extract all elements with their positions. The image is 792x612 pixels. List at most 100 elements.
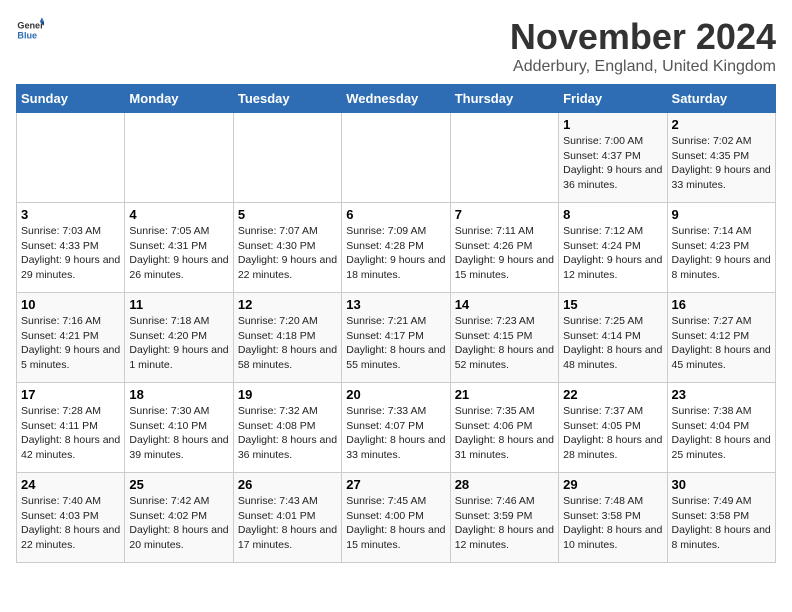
title-section: November 2024 Adderbury, England, United… [510,16,776,76]
header-wednesday: Wednesday [342,85,450,113]
location-title: Adderbury, England, United Kingdom [510,58,776,76]
header-tuesday: Tuesday [233,85,341,113]
week-row-1: 3 Sunrise: 7:03 AM Sunset: 4:33 PM Daylig… [17,203,776,293]
day-number-28: 28 [455,477,554,492]
day-number-13: 13 [346,297,445,312]
cell-1-3: 6Sunrise: 7:09 AM Sunset: 4:28 PM Daylig… [342,203,450,293]
day-number-8: 8 [563,207,662,222]
cell-4-4: 28 Sunrise: 7:46 AM Sunset: 3:59 PM Dayli… [450,473,558,563]
day-info-23: Sunrise: 7:38 AM Sunset: 4:04 PM Dayligh… [672,404,771,463]
header-sunday: Sunday [17,85,125,113]
day-number-26: 26 [238,477,337,492]
week-row-2: 10Sunrise: 7:16 AM Sunset: 4:21 PM Dayli… [17,293,776,383]
day-number-2: 2 [672,117,771,132]
cell-4-3: 27 Sunrise: 7:45 AM Sunset: 4:00 PM Dayli… [342,473,450,563]
cell-2-6: 16 Sunrise: 7:27 AM Sunset: 4:12 PM Dayli… [667,293,775,383]
day-number-29: 29 [563,477,662,492]
day-number-5: 5 [238,207,337,222]
cell-3-6: 23 Sunrise: 7:38 AM Sunset: 4:04 PM Dayli… [667,383,775,473]
day-info-2: Sunrise: 7:02 AM Sunset: 4:35 PM Dayligh… [672,134,771,193]
header-thursday: Thursday [450,85,558,113]
day-number-3: 3 [21,207,120,222]
header-friday: Friday [559,85,667,113]
day-number-15: 15 [563,297,662,312]
day-info-30: Sunrise: 7:49 AM Sunset: 3:58 PM Dayligh… [672,494,771,553]
svg-text:General: General [17,21,44,31]
cell-0-0 [17,113,125,203]
header-saturday: Saturday [667,85,775,113]
cell-4-6: 30 Sunrise: 7:49 AM Sunset: 3:58 PM Dayli… [667,473,775,563]
cell-3-3: 20 Sunrise: 7:33 AM Sunset: 4:07 PM Dayli… [342,383,450,473]
cell-2-4: 14 Sunrise: 7:23 AM Sunset: 4:15 PM Dayli… [450,293,558,383]
day-info-6: Sunrise: 7:09 AM Sunset: 4:28 PM Dayligh… [346,224,445,283]
cell-1-5: 8 Sunrise: 7:12 AM Sunset: 4:24 PM Daylig… [559,203,667,293]
day-info-18: Sunrise: 7:30 AM Sunset: 4:10 PM Dayligh… [129,404,228,463]
day-info-5: Sunrise: 7:07 AM Sunset: 4:30 PM Dayligh… [238,224,337,283]
cell-2-2: 12Sunrise: 7:20 AM Sunset: 4:18 PM Dayli… [233,293,341,383]
cell-3-4: 21 Sunrise: 7:35 AM Sunset: 4:06 PM Dayli… [450,383,558,473]
week-row-3: 17 Sunrise: 7:28 AM Sunset: 4:11 PM Dayli… [17,383,776,473]
cell-1-4: 7 Sunrise: 7:11 AM Sunset: 4:26 PM Daylig… [450,203,558,293]
day-number-4: 4 [129,207,228,222]
day-info-25: Sunrise: 7:42 AM Sunset: 4:02 PM Dayligh… [129,494,228,553]
cell-1-6: 9 Sunrise: 7:14 AM Sunset: 4:23 PM Daylig… [667,203,775,293]
day-info-22: Sunrise: 7:37 AM Sunset: 4:05 PM Dayligh… [563,404,662,463]
cell-4-5: 29 Sunrise: 7:48 AM Sunset: 3:58 PM Dayli… [559,473,667,563]
day-info-4: Sunrise: 7:05 AM Sunset: 4:31 PM Dayligh… [129,224,228,283]
day-number-7: 7 [455,207,554,222]
day-number-12: 12 [238,297,337,312]
cell-1-1: 4 Sunrise: 7:05 AM Sunset: 4:31 PM Daylig… [125,203,233,293]
cell-3-5: 22 Sunrise: 7:37 AM Sunset: 4:05 PM Dayli… [559,383,667,473]
day-number-22: 22 [563,387,662,402]
calendar-table: Sunday Monday Tuesday Wednesday Thursday… [16,84,776,563]
day-number-17: 17 [21,387,120,402]
day-info-17: Sunrise: 7:28 AM Sunset: 4:11 PM Dayligh… [21,404,120,463]
day-info-19: Sunrise: 7:32 AM Sunset: 4:08 PM Dayligh… [238,404,337,463]
day-info-29: Sunrise: 7:48 AM Sunset: 3:58 PM Dayligh… [563,494,662,553]
cell-0-1 [125,113,233,203]
day-number-21: 21 [455,387,554,402]
day-info-3: Sunrise: 7:03 AM Sunset: 4:33 PM Dayligh… [21,224,120,283]
cell-0-3 [342,113,450,203]
day-info-7: Sunrise: 7:11 AM Sunset: 4:26 PM Dayligh… [455,224,554,283]
day-info-21: Sunrise: 7:35 AM Sunset: 4:06 PM Dayligh… [455,404,554,463]
day-number-20: 20 [346,387,445,402]
day-info-24: Sunrise: 7:40 AM Sunset: 4:03 PM Dayligh… [21,494,120,553]
day-number-25: 25 [129,477,228,492]
days-header-row: Sunday Monday Tuesday Wednesday Thursday… [17,85,776,113]
day-info-9: Sunrise: 7:14 AM Sunset: 4:23 PM Dayligh… [672,224,771,283]
day-info-8: Sunrise: 7:12 AM Sunset: 4:24 PM Dayligh… [563,224,662,283]
day-number-27: 27 [346,477,445,492]
day-info-15: Sunrise: 7:25 AM Sunset: 4:14 PM Dayligh… [563,314,662,373]
day-number-11: 11 [129,297,228,312]
day-info-28: Sunrise: 7:46 AM Sunset: 3:59 PM Dayligh… [455,494,554,553]
cell-3-1: 18Sunrise: 7:30 AM Sunset: 4:10 PM Dayli… [125,383,233,473]
day-info-16: Sunrise: 7:27 AM Sunset: 4:12 PM Dayligh… [672,314,771,373]
week-row-4: 24Sunrise: 7:40 AM Sunset: 4:03 PM Dayli… [17,473,776,563]
cell-3-0: 17 Sunrise: 7:28 AM Sunset: 4:11 PM Dayli… [17,383,125,473]
cell-2-5: 15 Sunrise: 7:25 AM Sunset: 4:14 PM Dayli… [559,293,667,383]
day-info-11: Sunrise: 7:18 AM Sunset: 4:20 PM Dayligh… [129,314,228,373]
day-number-23: 23 [672,387,771,402]
day-info-10: Sunrise: 7:16 AM Sunset: 4:21 PM Dayligh… [21,314,120,373]
header: General Blue November 2024 Adderbury, En… [16,16,776,76]
day-info-27: Sunrise: 7:45 AM Sunset: 4:00 PM Dayligh… [346,494,445,553]
logo: General Blue [16,16,44,44]
day-number-14: 14 [455,297,554,312]
day-info-14: Sunrise: 7:23 AM Sunset: 4:15 PM Dayligh… [455,314,554,373]
logo-icon: General Blue [16,16,44,44]
cell-0-6: 2 Sunrise: 7:02 AM Sunset: 4:35 PM Daylig… [667,113,775,203]
cell-4-2: 26 Sunrise: 7:43 AM Sunset: 4:01 PM Dayli… [233,473,341,563]
cell-0-2 [233,113,341,203]
day-number-9: 9 [672,207,771,222]
day-info-20: Sunrise: 7:33 AM Sunset: 4:07 PM Dayligh… [346,404,445,463]
day-number-16: 16 [672,297,771,312]
day-info-1: Sunrise: 7:00 AM Sunset: 4:37 PM Dayligh… [563,134,662,193]
cell-3-2: 19Sunrise: 7:32 AM Sunset: 4:08 PM Dayli… [233,383,341,473]
cell-0-4 [450,113,558,203]
svg-text:Blue: Blue [17,30,37,40]
day-info-13: Sunrise: 7:21 AM Sunset: 4:17 PM Dayligh… [346,314,445,373]
cell-2-3: 13 Sunrise: 7:21 AM Sunset: 4:17 PM Dayli… [342,293,450,383]
day-number-30: 30 [672,477,771,492]
day-info-26: Sunrise: 7:43 AM Sunset: 4:01 PM Dayligh… [238,494,337,553]
